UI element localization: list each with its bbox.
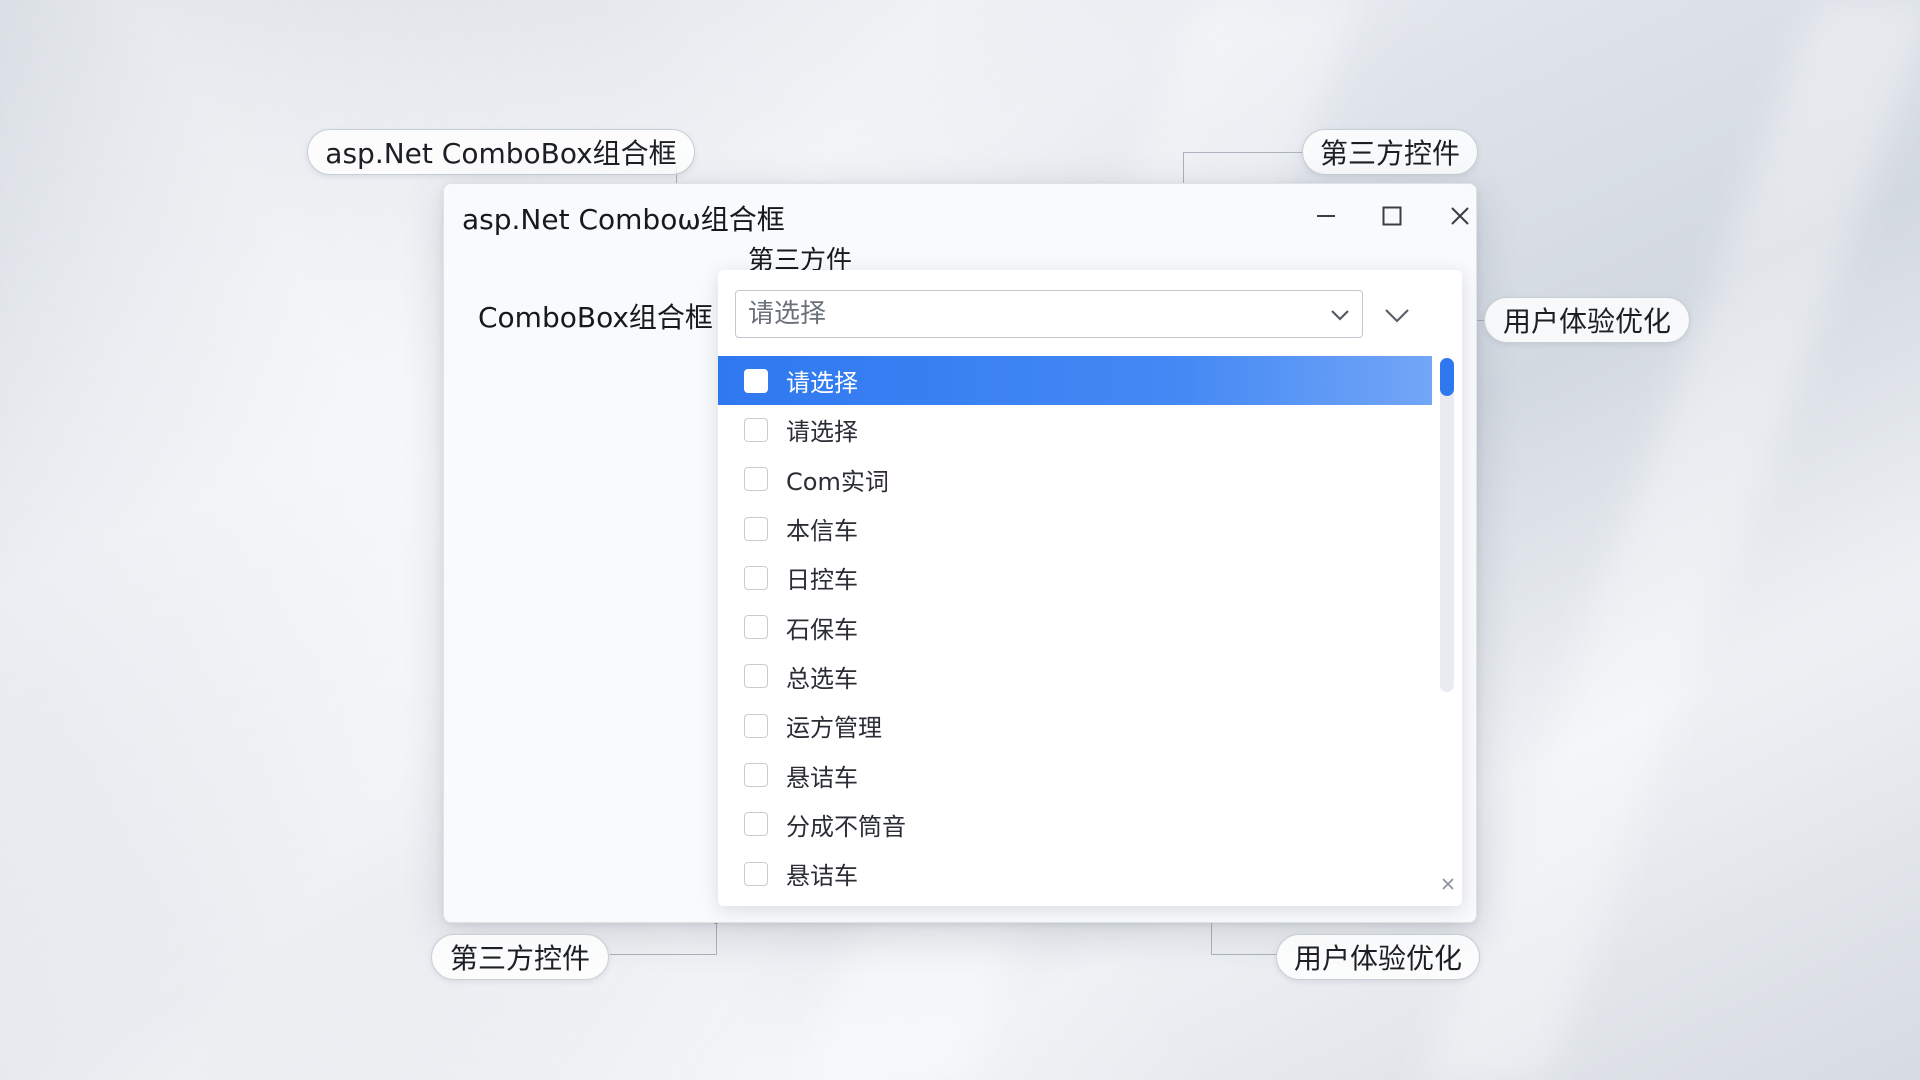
maximize-button[interactable] (1372, 198, 1412, 234)
option-checkbox[interactable] (744, 467, 768, 492)
option-label: 请选择 (786, 369, 858, 398)
option-checkbox[interactable] (744, 417, 768, 442)
option-label: Com实词 (786, 467, 889, 496)
option-checkbox[interactable] (744, 615, 768, 640)
option-checkbox[interactable] (744, 664, 768, 689)
combobox-option[interactable]: 请选择 (718, 356, 1432, 406)
combobox-option[interactable]: 分成不筒音 (718, 800, 1432, 849)
combobox-option[interactable]: 悬诘车 (718, 849, 1432, 896)
option-checkbox[interactable] (744, 812, 768, 837)
chevron-down-icon (1385, 309, 1409, 323)
combobox-panel: 请选择请选择Com实词本信车日控车石保车总选车运方管理悬诘车分成不筒音悬诘车 (718, 270, 1462, 906)
combobox-input-box[interactable] (735, 290, 1363, 338)
scrollbar-thumb[interactable] (1440, 358, 1454, 396)
callout-right-mid: 用户体验优化 (1484, 297, 1690, 343)
minimize-icon (1317, 215, 1335, 217)
combobox-option[interactable]: 总选车 (718, 652, 1432, 701)
callout-top-right: 第三方控件 (1302, 129, 1478, 175)
combobox-option[interactable]: 本信车 (718, 504, 1432, 553)
option-checkbox[interactable] (744, 763, 768, 788)
combobox-input[interactable] (736, 298, 1310, 330)
option-label: 本信车 (786, 517, 858, 546)
combobox-option-list: 请选择 请选择 Com实词 本信车 日控车 石保车 总选车 运方管理 悬诘车 分成不筒音 悬诘车 (718, 356, 1432, 896)
option-label: 悬诘车 (786, 763, 858, 792)
minimize-button[interactable] (1306, 198, 1346, 234)
combobox-option[interactable]: 悬诘车 (718, 750, 1432, 799)
callout-bottom-left: 第三方控件 (431, 934, 609, 980)
option-label: 总选车 (786, 664, 858, 693)
combobox-option[interactable]: 石保车 (718, 602, 1432, 651)
combobox-label: ComboBox组合框 (478, 301, 713, 334)
chevron-down-icon (1331, 310, 1349, 321)
option-checkbox[interactable] (744, 516, 768, 541)
callout-bottom-right: 用户体验优化 (1276, 934, 1480, 980)
option-checkbox[interactable] (744, 565, 768, 590)
close-icon (1442, 878, 1454, 890)
option-label: 石保车 (786, 615, 858, 644)
maximize-icon (1382, 206, 1402, 226)
app-window: asp.Net Comboω组合框 第三方件 ComboBox组合框 请选择 请选… (443, 183, 1477, 923)
combobox-option[interactable]: 请选择 (718, 405, 1432, 454)
close-button[interactable] (1440, 198, 1480, 234)
option-label: 分成不筒音 (786, 812, 906, 841)
option-label: 运方管理 (786, 714, 882, 743)
combobox-toggle-button[interactable] (1381, 299, 1413, 331)
combobox-option[interactable]: Com实词 (718, 455, 1432, 504)
combobox-dropdown-button[interactable] (1326, 301, 1354, 329)
connector-bottom-left (610, 920, 717, 955)
option-checkbox[interactable] (744, 713, 768, 738)
option-checkbox[interactable] (744, 368, 768, 393)
list-scrollbar[interactable] (1440, 358, 1454, 692)
combobox-option[interactable]: 日控车 (718, 553, 1432, 602)
background-light-strip (1423, 0, 1920, 1080)
option-checkbox[interactable] (744, 861, 768, 886)
combobox-option[interactable]: 运方管理 (718, 701, 1432, 750)
option-label: 日控车 (786, 566, 858, 595)
window-title: asp.Net Comboω组合框 (462, 203, 785, 236)
close-icon (1451, 207, 1469, 225)
callout-top-left: asp.Net ComboBox组合框 (307, 129, 695, 175)
clear-button[interactable] (1438, 874, 1458, 894)
title-bar: asp.Net Comboω组合框 (444, 184, 1476, 248)
option-label: 悬诘车 (786, 862, 858, 891)
option-label: 请选择 (786, 418, 858, 447)
